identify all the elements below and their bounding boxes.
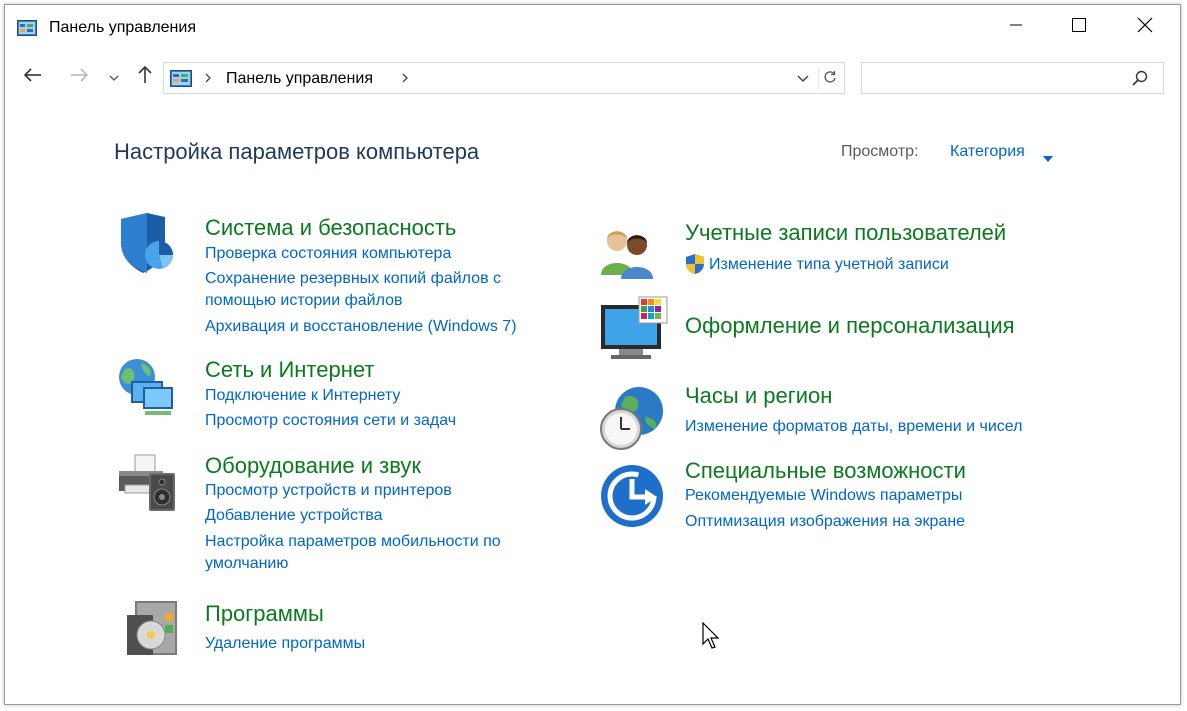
up-button[interactable] <box>131 63 159 91</box>
category-appearance[interactable]: Оформление и персонализация <box>685 313 1015 339</box>
refresh-icon <box>823 70 837 89</box>
clock-globe-icon[interactable] <box>597 383 663 450</box>
network-globe-icon[interactable] <box>115 355 179 419</box>
chevron-down-icon <box>109 68 119 86</box>
mouse-cursor-icon <box>702 621 720 655</box>
category-ease-of-access[interactable]: Специальные возможности <box>685 458 966 484</box>
page-title: Настройка параметров компьютера <box>114 139 480 164</box>
category-clock-region[interactable]: Часы и регион <box>685 383 832 409</box>
arrow-up-icon <box>138 65 152 89</box>
title-bar: Панель управления <box>5 5 1180 49</box>
category-network-internet[interactable]: Сеть и Интернет <box>205 357 374 383</box>
category-hardware-sound[interactable]: Оборудование и звук <box>205 453 421 479</box>
arrow-left-icon <box>23 67 42 87</box>
close-button[interactable] <box>1116 5 1174 49</box>
link-add-device[interactable]: Добавление устройства <box>205 505 383 527</box>
link-file-history-backup[interactable]: Сохранение резервных копий файлов с <box>205 268 501 290</box>
link-network-status-tasks[interactable]: Просмотр состояния сети и задач <box>205 410 456 432</box>
control-panel-window: Панель управления Панель управления Наст… <box>4 4 1181 705</box>
security-shield-icon[interactable] <box>115 211 179 275</box>
breadcrumb-separator-icon[interactable] <box>204 68 212 91</box>
control-panel-icon <box>170 70 192 87</box>
back-button[interactable] <box>19 63 47 91</box>
breadcrumb-control-panel[interactable]: Панель управления <box>226 70 373 88</box>
arrow-right-icon <box>70 67 89 87</box>
link-change-date-time-formats[interactable]: Изменение форматов даты, времени и чисел <box>685 416 1022 438</box>
link-file-history-backup-cont[interactable]: помощью истории файлов <box>205 290 403 312</box>
link-mobility-settings[interactable]: Настройка параметров мобильности по <box>205 531 501 553</box>
programs-disc-icon[interactable] <box>121 597 185 661</box>
uac-shield-icon <box>685 253 705 280</box>
forward-button[interactable] <box>65 63 93 91</box>
minimize-button[interactable] <box>987 5 1045 49</box>
maximize-icon <box>1072 17 1086 37</box>
navigation-bar: Панель управления <box>5 57 1180 97</box>
link-mobility-settings-cont[interactable]: умолчанию <box>205 553 288 575</box>
link-connect-internet[interactable]: Подключение к Интернету <box>205 385 400 407</box>
link-devices-printers[interactable]: Просмотр устройств и принтеров <box>205 480 452 502</box>
maximize-button[interactable] <box>1050 5 1108 49</box>
appearance-monitor-icon[interactable] <box>597 295 668 359</box>
link-uninstall-program[interactable]: Удаление программы <box>205 633 365 655</box>
printer-speaker-icon[interactable] <box>115 451 179 515</box>
window-title: Панель управления <box>49 19 196 36</box>
link-check-computer-status[interactable]: Проверка состояния компьютера <box>205 243 451 265</box>
refresh-button[interactable] <box>818 68 840 90</box>
ease-of-access-icon[interactable] <box>599 463 663 527</box>
address-history-dropdown[interactable] <box>794 70 812 88</box>
link-change-account-type[interactable]: Изменение типа учетной записи <box>709 254 949 276</box>
search-box[interactable] <box>861 62 1164 94</box>
category-programs[interactable]: Программы <box>205 601 324 627</box>
caret-down-icon[interactable] <box>1043 149 1053 167</box>
category-system-security[interactable]: Система и безопасность <box>205 215 456 241</box>
link-backup-restore-win7[interactable]: Архивация и восстановление (Windows 7) <box>205 316 517 338</box>
close-icon <box>1137 17 1153 38</box>
search-icon[interactable] <box>1132 70 1148 91</box>
recent-locations-button[interactable] <box>104 63 124 91</box>
category-user-accounts[interactable]: Учетные записи пользователей <box>685 220 1006 246</box>
control-panel-icon <box>17 20 37 36</box>
link-optimize-visual-display[interactable]: Оптимизация изображения на экране <box>685 511 965 533</box>
breadcrumb-separator-icon[interactable] <box>401 68 409 91</box>
view-by-label: Просмотр: <box>841 143 919 160</box>
address-bar[interactable]: Панель управления <box>163 62 845 94</box>
link-recommended-windows-settings[interactable]: Рекомендуемые Windows параметры <box>685 485 962 507</box>
minimize-icon <box>1010 18 1022 36</box>
user-accounts-icon[interactable] <box>597 221 661 285</box>
search-input[interactable] <box>868 68 1118 88</box>
view-by-dropdown[interactable]: Категория <box>950 143 1025 161</box>
